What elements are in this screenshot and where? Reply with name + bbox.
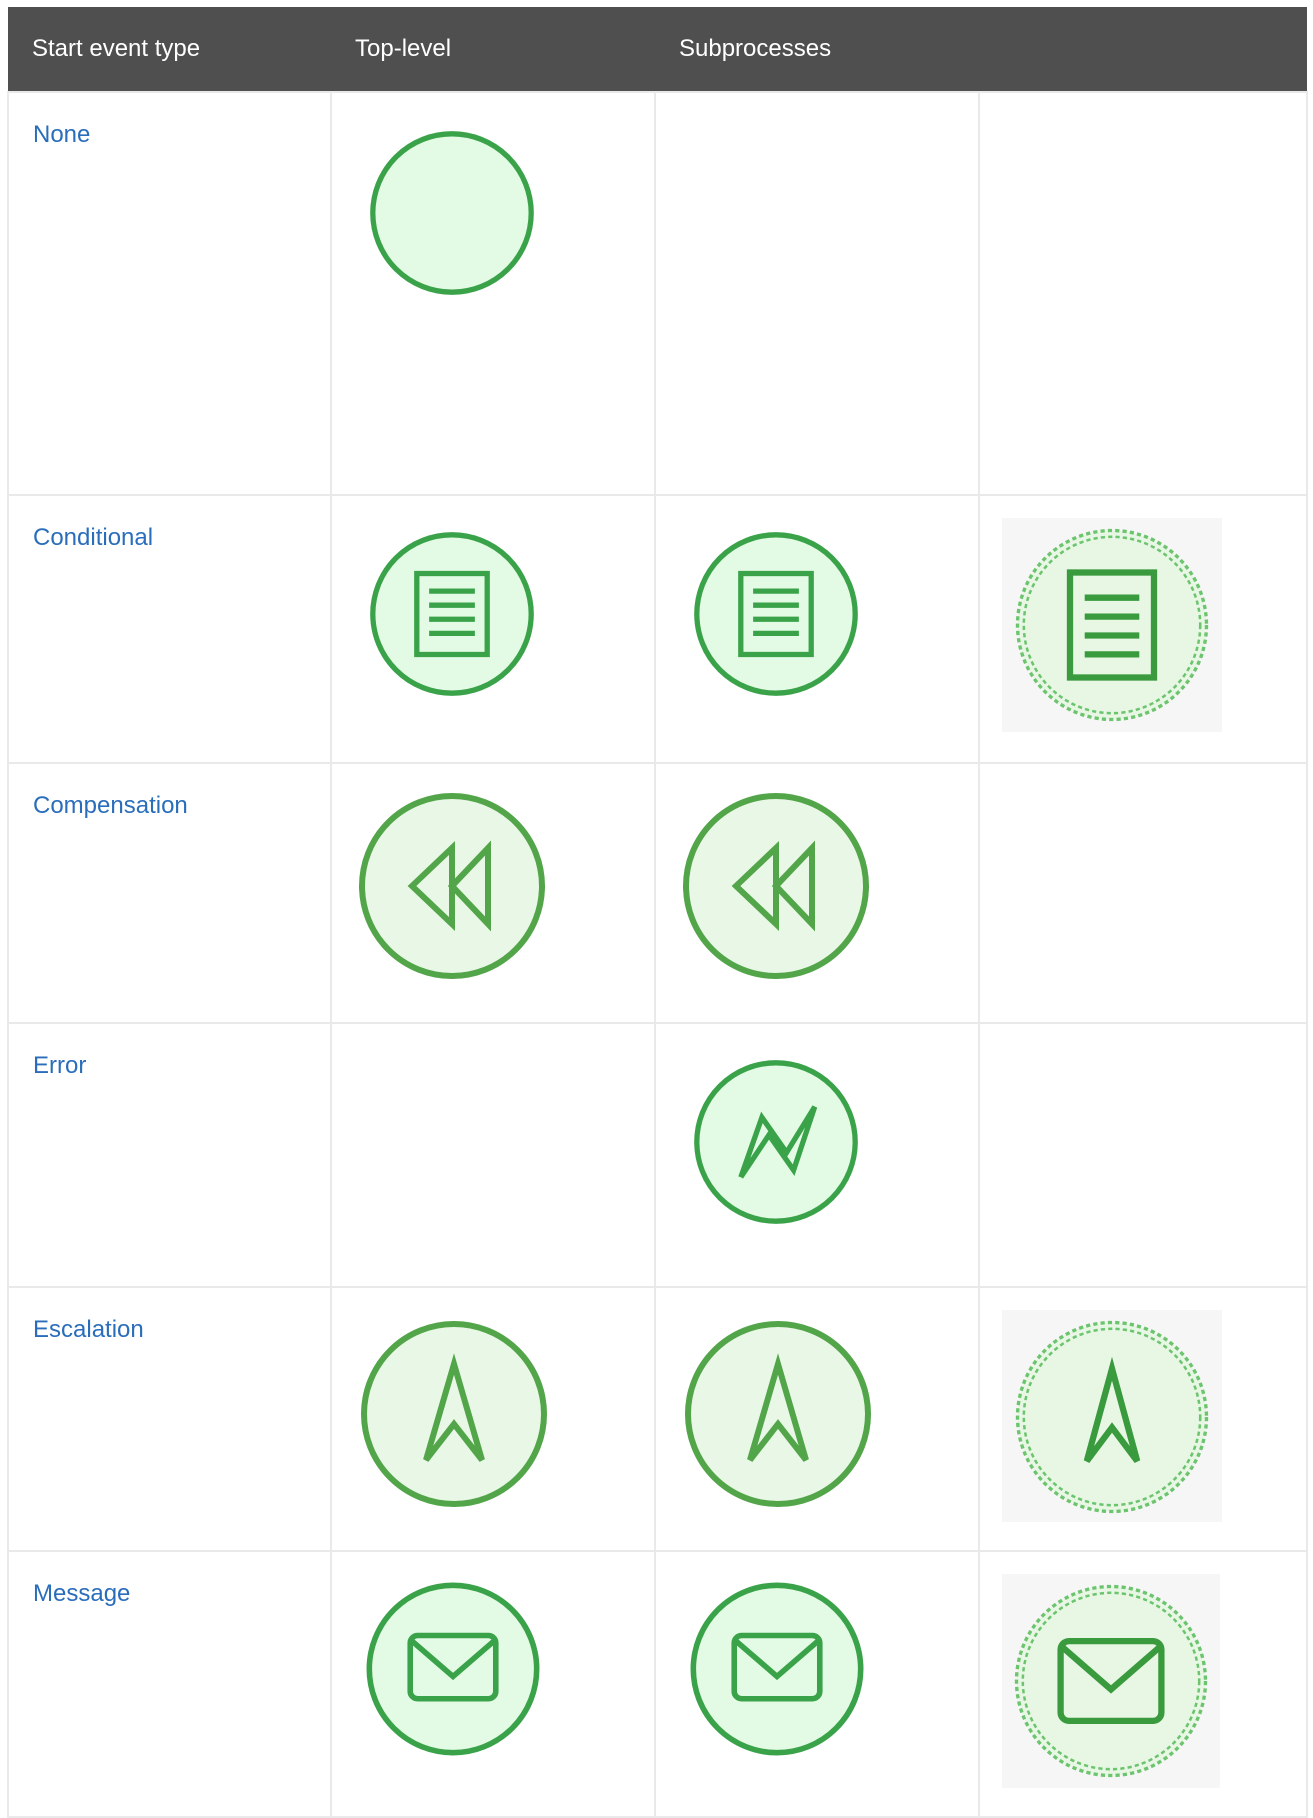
top-level-cell xyxy=(330,1550,656,1818)
event-type-cell: Escalation xyxy=(7,1286,332,1552)
subprocess-cell xyxy=(654,494,980,764)
message-non-interrupting-event-icon xyxy=(1014,1584,1208,1778)
compensation-start-event-icon xyxy=(683,793,869,979)
event-type-cell: Error xyxy=(7,1022,332,1288)
subprocess-cell xyxy=(654,1022,980,1288)
event-type-link-conditional[interactable]: Conditional xyxy=(33,524,153,551)
event-type-cell: None xyxy=(7,91,332,496)
column-header-top-level: Top-level xyxy=(331,7,655,92)
top-level-cell xyxy=(330,1022,656,1288)
table-row: Compensation xyxy=(7,762,1308,1024)
none-start-event-icon xyxy=(370,131,534,295)
event-type-link-error[interactable]: Error xyxy=(33,1052,86,1079)
escalation-non-interrupting-event-icon xyxy=(1015,1320,1209,1514)
table-header-row: Start event type Top-level Subprocesses xyxy=(8,7,1307,92)
subprocess-cell xyxy=(654,91,980,496)
top-level-cell xyxy=(330,762,656,1024)
subprocess-non-interrupting-cell xyxy=(978,1550,1308,1818)
escalation-start-event-icon xyxy=(361,1321,547,1507)
subprocess-non-interrupting-cell xyxy=(978,762,1308,1024)
column-header-blank xyxy=(979,7,1307,92)
subprocess-non-interrupting-cell xyxy=(978,1286,1308,1552)
event-type-cell: Conditional xyxy=(7,494,332,764)
top-level-cell xyxy=(330,1286,656,1552)
conditional-non-interrupting-event-icon xyxy=(1015,528,1209,722)
column-header-start-event-type: Start event type xyxy=(8,7,331,92)
table-row: None xyxy=(7,91,1308,496)
subprocess-cell xyxy=(654,762,980,1024)
subprocess-cell xyxy=(654,1550,980,1818)
subprocess-non-interrupting-cell xyxy=(978,91,1308,496)
event-type-cell: Compensation xyxy=(7,762,332,1024)
conditional-start-event-icon xyxy=(694,532,858,696)
table-row: Escalation xyxy=(7,1286,1308,1552)
subprocess-non-interrupting-cell xyxy=(978,494,1308,764)
top-level-cell xyxy=(330,91,656,496)
message-start-event-icon xyxy=(366,1582,540,1756)
subprocess-non-interrupting-cell xyxy=(978,1022,1308,1288)
conditional-start-event-icon xyxy=(370,532,534,696)
event-type-link-compensation[interactable]: Compensation xyxy=(33,792,188,819)
column-header-subprocesses: Subprocesses xyxy=(655,7,979,92)
message-start-event-icon xyxy=(690,1582,864,1756)
escalation-start-event-icon xyxy=(685,1321,871,1507)
start-event-types-table: Start event type Top-level Subprocesses … xyxy=(7,7,1308,1818)
event-type-link-escalation[interactable]: Escalation xyxy=(33,1316,144,1343)
error-start-event-icon xyxy=(694,1060,858,1224)
compensation-start-event-icon xyxy=(359,793,545,979)
table-row: Error xyxy=(7,1022,1308,1288)
subprocess-cell xyxy=(654,1286,980,1552)
event-type-link-message[interactable]: Message xyxy=(33,1580,130,1607)
table-row: Conditional xyxy=(7,494,1308,764)
table-row: Message xyxy=(7,1550,1308,1818)
top-level-cell xyxy=(330,494,656,764)
event-type-cell: Message xyxy=(7,1550,332,1818)
event-type-link-none[interactable]: None xyxy=(33,121,90,148)
